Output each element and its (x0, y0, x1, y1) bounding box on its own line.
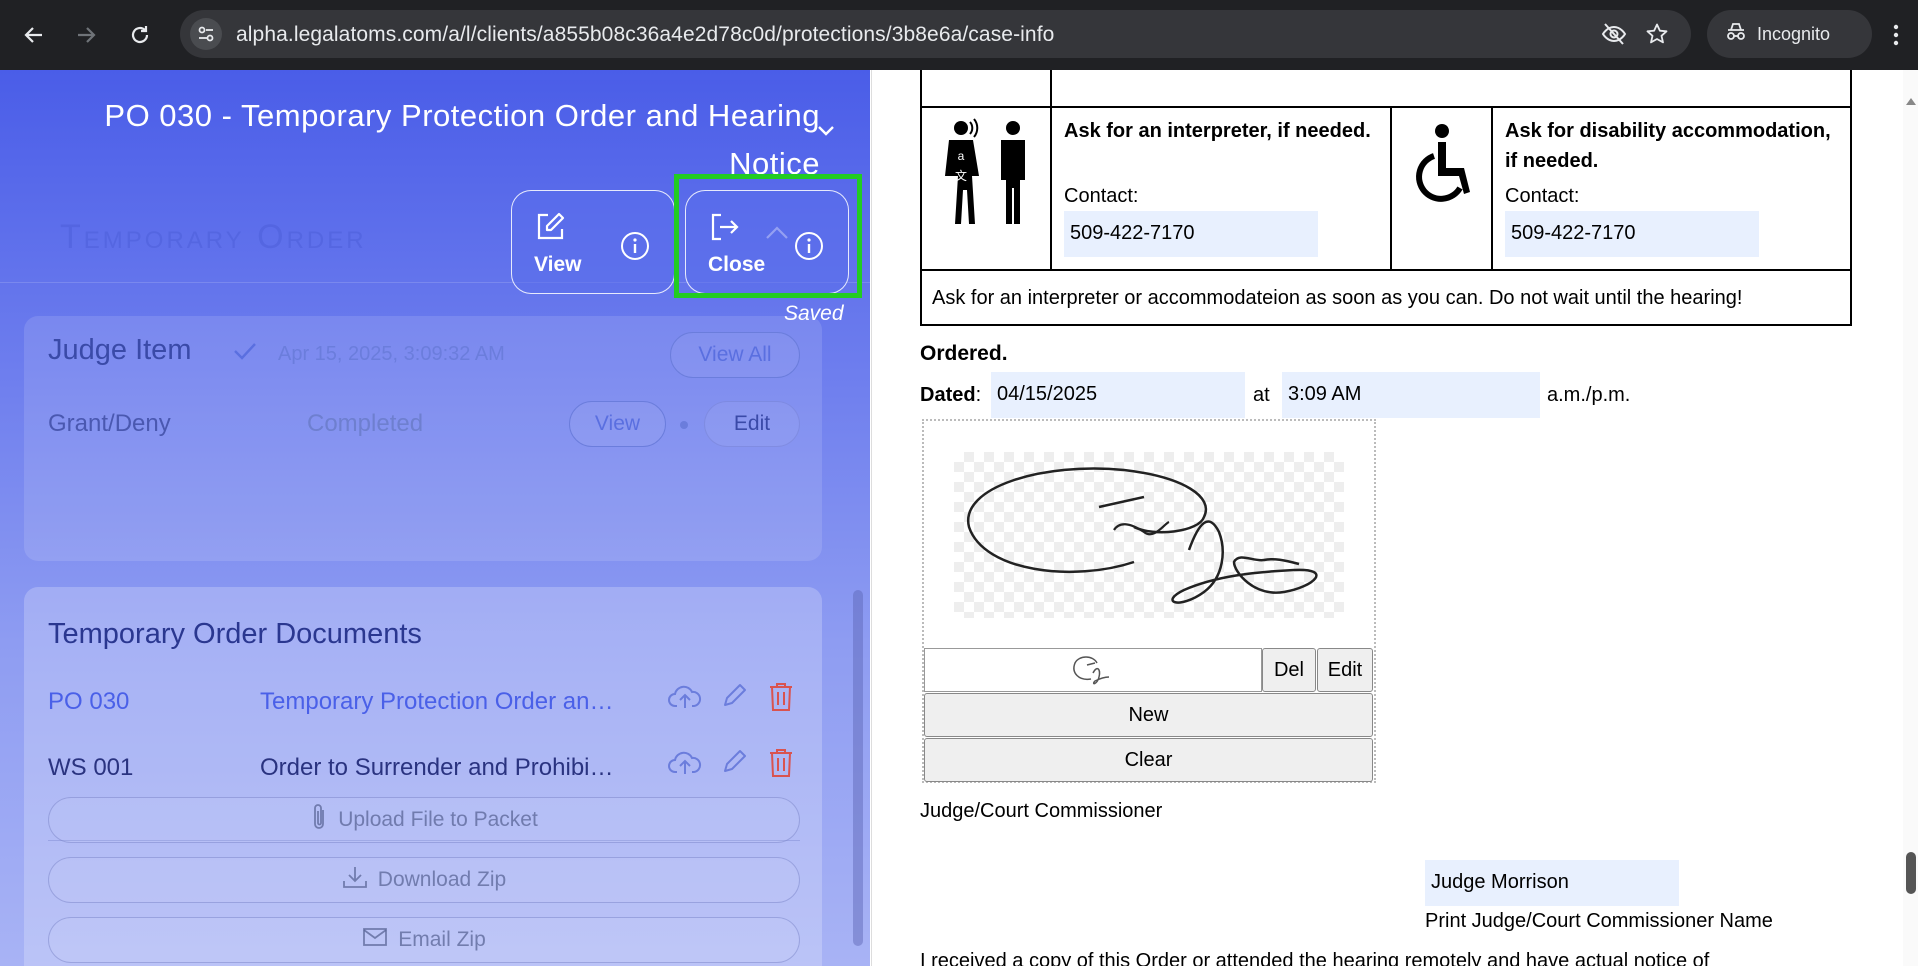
ordered-heading: Ordered. (920, 342, 1008, 365)
view-all-button[interactable]: View All (670, 332, 800, 378)
svg-text:文: 文 (955, 168, 967, 183)
bookmark-star-icon[interactable] (1645, 22, 1669, 51)
interpreter-contact-label: Contact: (1064, 185, 1139, 207)
download-icon (342, 865, 368, 895)
view-button-label: View (534, 253, 582, 276)
incognito-icon (1725, 22, 1747, 47)
svg-text:a: a (958, 149, 965, 163)
document-preview: a 文 Ask for an interpreter, if needed. C… (871, 70, 1918, 966)
date-field[interactable]: 04/15/2025 (991, 372, 1245, 418)
browser-menu-icon[interactable] (1878, 17, 1914, 53)
mail-icon (362, 927, 388, 953)
focus-highlight (674, 174, 862, 298)
judge-item-title: Judge Item (48, 334, 192, 366)
signature-new-button[interactable]: New (924, 693, 1373, 737)
forward-icon[interactable] (68, 17, 104, 53)
cloud-upload-icon[interactable] (668, 682, 702, 717)
grant-deny-label: Grant/Deny (48, 410, 171, 437)
signature-drawing (966, 467, 1318, 604)
document-row: PO 030 Temporary Protection Order and He… (48, 682, 808, 722)
signature-edit-button[interactable]: Edit (1317, 648, 1373, 692)
section-watermark: Temporary Order (60, 218, 367, 256)
incognito-indicator[interactable]: Incognito (1707, 10, 1872, 58)
tracking-protection-icon[interactable] (1601, 22, 1627, 51)
grant-deny-edit-button[interactable]: Edit (704, 401, 800, 447)
scroll-up-arrow-icon[interactable] (1906, 98, 1916, 105)
edit-square-icon (534, 211, 566, 248)
grant-deny-view-button[interactable]: View (569, 401, 666, 447)
interpreter-warning: Ask for an interpreter or accommodateion… (932, 287, 1743, 309)
site-settings-icon[interactable] (190, 18, 222, 50)
separator-dot (680, 421, 688, 429)
document-code[interactable]: WS 001 (48, 754, 133, 782)
judge-name-caption: Print Judge/Court Commissioner Name (1425, 910, 1773, 932)
interpreter-phone-field[interactable]: 509-422-7170 (1064, 211, 1318, 257)
url-text[interactable]: alpha.legalatoms.com/a/l/clients/a855b08… (236, 23, 1054, 47)
document-code[interactable]: PO 030 (48, 688, 129, 716)
panel-scrollbar[interactable] (853, 590, 863, 946)
checkmark-icon (232, 341, 258, 366)
documents-title: Temporary Order Documents (48, 618, 422, 650)
judge-item-date: Apr 15, 2025, 3:09:32 AM (278, 343, 505, 365)
trash-icon[interactable] (768, 682, 794, 719)
trash-icon[interactable] (768, 748, 794, 785)
judge-name-field[interactable]: Judge Morrison (1425, 860, 1679, 906)
dated-label-text: Dated (920, 384, 976, 406)
back-icon[interactable] (16, 17, 52, 53)
table-border (1491, 106, 1493, 270)
table-border (920, 269, 1852, 271)
dated-label-colon: : (975, 384, 982, 406)
browser-toolbar: alpha.legalatoms.com/a/l/clients/a855b08… (0, 0, 1918, 70)
receipt-paragraph: I received a copy of this Order or atten… (920, 950, 1710, 966)
chevron-down-icon[interactable] (816, 124, 836, 143)
upload-file-button[interactable]: Upload File to Packet (48, 797, 800, 843)
at-label: at (1253, 384, 1270, 406)
table-border (1390, 106, 1392, 270)
upload-file-label: Upload File to Packet (338, 808, 538, 831)
address-bar[interactable]: alpha.legalatoms.com/a/l/clients/a855b08… (180, 10, 1691, 58)
interpreter-title: Ask for an interpreter, if needed. (1064, 120, 1371, 142)
dated-label: Dated: (920, 384, 981, 407)
document-scrollbar[interactable] (1903, 70, 1918, 966)
cloud-upload-icon[interactable] (668, 748, 702, 783)
paperclip-icon (310, 802, 328, 838)
interpreter-icon: a 文 (939, 118, 1035, 233)
disability-phone-field[interactable]: 509-422-7170 (1505, 211, 1759, 257)
wheelchair-icon (1412, 122, 1472, 217)
signature-pad[interactable] (954, 452, 1344, 618)
download-zip-button[interactable]: Download Zip (48, 857, 800, 903)
scroll-thumb[interactable] (1906, 852, 1916, 894)
ampm-label: a.m./p.m. (1547, 384, 1631, 406)
judge-signature-caption: Judge/Court Commissioner (920, 800, 1163, 822)
grant-deny-status: Completed (307, 410, 424, 437)
signature-preview-field[interactable] (924, 648, 1262, 692)
reload-icon[interactable] (122, 17, 158, 53)
pencil-icon[interactable] (720, 748, 748, 783)
email-zip-label: Email Zip (398, 928, 486, 951)
incognito-label: Incognito (1757, 23, 1831, 44)
case-panel: PO 030 - Temporary Protection Order and … (0, 70, 870, 966)
download-zip-label: Download Zip (377, 868, 507, 891)
time-field[interactable]: 3:09 AM (1282, 372, 1540, 418)
signature-clear-button[interactable]: Clear (924, 738, 1373, 782)
table-border (1050, 70, 1052, 270)
document-name[interactable]: Order to Surrender and Prohibit Weapons (260, 754, 620, 782)
document-name[interactable]: Temporary Protection Order and Hearing N… (260, 688, 620, 716)
document-row: WS 001 Order to Surrender and Prohibit W… (48, 748, 808, 788)
disability-title: Ask for disability accommodation, if nee… (1505, 120, 1831, 172)
pencil-icon[interactable] (720, 682, 748, 717)
view-button[interactable]: View (511, 190, 675, 294)
disability-contact-label: Contact: (1505, 185, 1580, 207)
info-icon[interactable] (620, 231, 650, 266)
signature-thumbnail (1073, 656, 1110, 685)
email-zip-button[interactable]: Email Zip (48, 917, 800, 963)
signature-delete-button[interactable]: Del (1262, 648, 1316, 692)
table-border (920, 106, 1852, 108)
table-border (920, 70, 922, 326)
